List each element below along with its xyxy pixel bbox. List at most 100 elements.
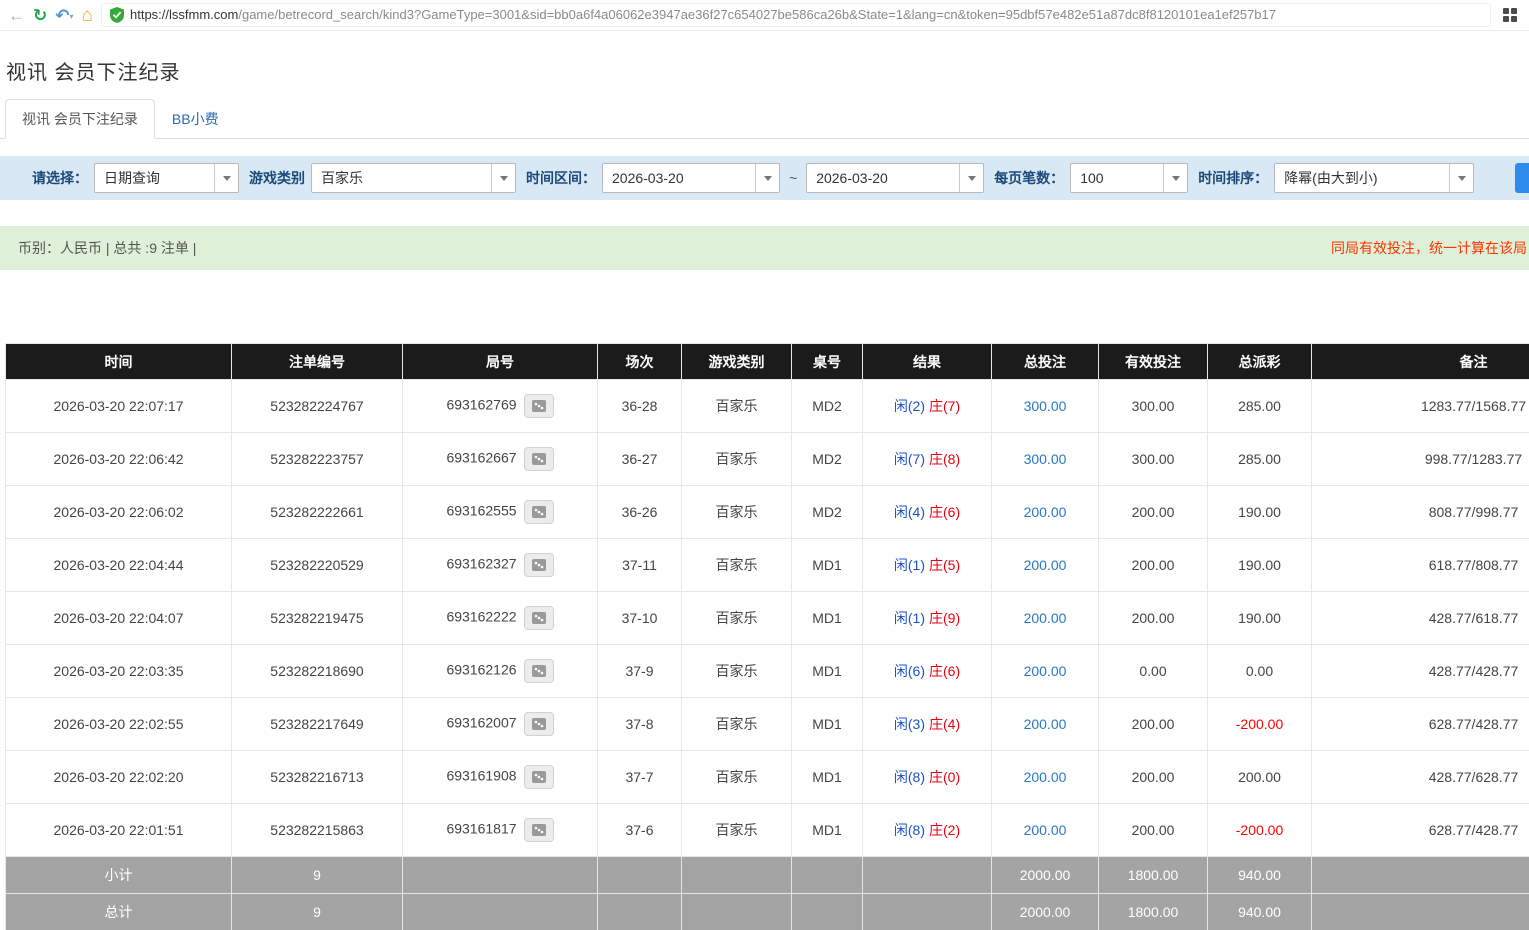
col-header-total-bet: 总投注 bbox=[992, 344, 1099, 380]
player-result: 闲(8) bbox=[894, 822, 925, 838]
cell-table: MD2 bbox=[792, 433, 863, 486]
cell-time: 2026-03-20 22:04:07 bbox=[6, 592, 232, 645]
cell-total-bet[interactable]: 200.00 bbox=[992, 804, 1099, 857]
cell-bet-id: 523282223757 bbox=[232, 433, 403, 486]
round-detail-icon[interactable] bbox=[524, 712, 554, 736]
cell-total-bet[interactable]: 200.00 bbox=[992, 751, 1099, 804]
cell-session: 37-8 bbox=[598, 698, 682, 751]
cell-game: 百家乐 bbox=[682, 804, 792, 857]
table-header-row: 时间 注单编号 局号 场次 游戏类别 桌号 结果 总投注 有效投注 总派彩 备注 bbox=[6, 344, 1529, 380]
refresh-icon[interactable]: ↻ bbox=[33, 7, 47, 24]
date-to-select[interactable]: 2026-03-20 bbox=[806, 163, 984, 193]
table-row: 2026-03-20 22:01:51 523282215863 6931618… bbox=[6, 804, 1529, 857]
round-detail-icon[interactable] bbox=[524, 765, 554, 789]
cell-total-bet[interactable]: 200.00 bbox=[992, 645, 1099, 698]
cell-total-bet[interactable]: 200.00 bbox=[992, 698, 1099, 751]
table-row: 2026-03-20 22:02:20 523282216713 6931619… bbox=[6, 751, 1529, 804]
cell-round: 693162007 bbox=[403, 698, 598, 751]
round-detail-icon[interactable] bbox=[524, 500, 554, 524]
total-count: 9 bbox=[232, 894, 403, 930]
round-id: 693162667 bbox=[446, 450, 516, 466]
cell-payout: 200.00 bbox=[1208, 751, 1312, 804]
col-header-round: 局号 bbox=[403, 344, 598, 380]
table-row: 2026-03-20 22:06:02 523282222661 6931625… bbox=[6, 486, 1529, 539]
summary-bar: 币别：人民币 | 总共 :9 注单 | 同局有效投注，统一计算在该局 bbox=[0, 226, 1529, 270]
col-header-time: 时间 bbox=[6, 344, 232, 380]
cell-table: MD1 bbox=[792, 539, 863, 592]
table-row: 2026-03-20 22:03:35 523282218690 6931621… bbox=[6, 645, 1529, 698]
cell-result: 闲(1)庄(5) bbox=[863, 539, 992, 592]
extension-grid-icon[interactable] bbox=[1499, 8, 1521, 22]
col-header-result: 结果 bbox=[863, 344, 992, 380]
total-label: 总计 bbox=[6, 894, 232, 930]
cell-game: 百家乐 bbox=[682, 486, 792, 539]
cell-total-bet[interactable]: 200.00 bbox=[992, 592, 1099, 645]
table-row: 2026-03-20 22:06:42 523282223757 6931626… bbox=[6, 433, 1529, 486]
chevron-down-icon bbox=[959, 164, 983, 192]
banker-result: 庄(5) bbox=[929, 557, 960, 573]
chevron-down-icon bbox=[1163, 164, 1187, 192]
game-type-select[interactable]: 百家乐 bbox=[311, 163, 516, 193]
banker-result: 庄(4) bbox=[929, 716, 960, 732]
round-id: 693162007 bbox=[446, 715, 516, 731]
date-from-select[interactable]: 2026-03-20 bbox=[602, 163, 780, 193]
cell-total-bet[interactable]: 200.00 bbox=[992, 539, 1099, 592]
page-size-select[interactable]: 100 bbox=[1070, 163, 1188, 193]
query-type-label: 请选择： bbox=[32, 168, 88, 188]
cell-valid-bet: 200.00 bbox=[1099, 698, 1208, 751]
cell-round: 693162769 bbox=[403, 380, 598, 433]
cell-bet-id: 523282215863 bbox=[232, 804, 403, 857]
cell-bet-id: 523282216713 bbox=[232, 751, 403, 804]
tab-bb-tip[interactable]: BB小费 bbox=[155, 99, 236, 139]
bet-records-table: 时间 注单编号 局号 场次 游戏类别 桌号 结果 总投注 有效投注 总派彩 备注… bbox=[5, 343, 1529, 930]
address-bar[interactable]: https://lssfmm.com/game/betrecord_search… bbox=[101, 3, 1491, 27]
round-detail-icon[interactable] bbox=[524, 659, 554, 683]
cell-total-bet[interactable]: 300.00 bbox=[992, 433, 1099, 486]
cell-valid-bet: 200.00 bbox=[1099, 592, 1208, 645]
cell-payout: 190.00 bbox=[1208, 486, 1312, 539]
player-result: 闲(7) bbox=[894, 451, 925, 467]
query-type-select[interactable]: 日期查询 bbox=[94, 163, 239, 193]
search-button[interactable] bbox=[1515, 163, 1529, 193]
cell-time: 2026-03-20 22:02:20 bbox=[6, 751, 232, 804]
subtotal-payout: 940.00 bbox=[1208, 857, 1312, 894]
range-separator: ~ bbox=[786, 170, 800, 186]
subtotal-row: 小计 9 2000.00 1800.00 940.00 bbox=[6, 857, 1529, 894]
banker-result: 庄(0) bbox=[929, 769, 960, 785]
round-detail-icon[interactable] bbox=[524, 447, 554, 471]
home-icon[interactable]: ⌂ bbox=[82, 6, 93, 25]
url-text: https://lssfmm.com/game/betrecord_search… bbox=[130, 6, 1276, 24]
col-header-bet-id: 注单编号 bbox=[232, 344, 403, 380]
cell-table: MD2 bbox=[792, 486, 863, 539]
url-domain: https://lssfmm.com bbox=[130, 7, 238, 22]
cell-session: 37-11 bbox=[598, 539, 682, 592]
round-detail-icon[interactable] bbox=[524, 394, 554, 418]
round-detail-icon[interactable] bbox=[524, 606, 554, 630]
undo-icon[interactable]: ↶▾ bbox=[55, 7, 73, 24]
cell-total-bet[interactable]: 300.00 bbox=[992, 380, 1099, 433]
date-from-value: 2026-03-20 bbox=[603, 170, 684, 186]
game-type-label: 游戏类别 bbox=[249, 168, 305, 188]
sort-select[interactable]: 降幂(由大到小) bbox=[1274, 163, 1474, 193]
cell-total-bet[interactable]: 200.00 bbox=[992, 486, 1099, 539]
col-header-game: 游戏类别 bbox=[682, 344, 792, 380]
cell-remark: 428.77/428.77 bbox=[1312, 645, 1529, 698]
cell-time: 2026-03-20 22:06:02 bbox=[6, 486, 232, 539]
col-header-table: 桌号 bbox=[792, 344, 863, 380]
filter-bar: 请选择： 日期查询 游戏类别 百家乐 时间区间： 2026-03-20 ~ 20… bbox=[0, 156, 1529, 200]
cell-result: 闲(8)庄(0) bbox=[863, 751, 992, 804]
back-icon[interactable]: ← bbox=[8, 7, 25, 24]
cell-game: 百家乐 bbox=[682, 698, 792, 751]
player-result: 闲(3) bbox=[894, 716, 925, 732]
banker-result: 庄(2) bbox=[929, 822, 960, 838]
cell-bet-id: 523282220529 bbox=[232, 539, 403, 592]
round-detail-icon[interactable] bbox=[524, 553, 554, 577]
cell-table: MD1 bbox=[792, 698, 863, 751]
cell-valid-bet: 300.00 bbox=[1099, 380, 1208, 433]
round-detail-icon[interactable] bbox=[524, 818, 554, 842]
page-size-label: 每页笔数： bbox=[994, 168, 1064, 188]
cell-game: 百家乐 bbox=[682, 433, 792, 486]
tab-bet-records[interactable]: 视讯 会员下注纪录 bbox=[5, 99, 155, 139]
cell-payout: -200.00 bbox=[1208, 698, 1312, 751]
round-id: 693162769 bbox=[446, 397, 516, 413]
